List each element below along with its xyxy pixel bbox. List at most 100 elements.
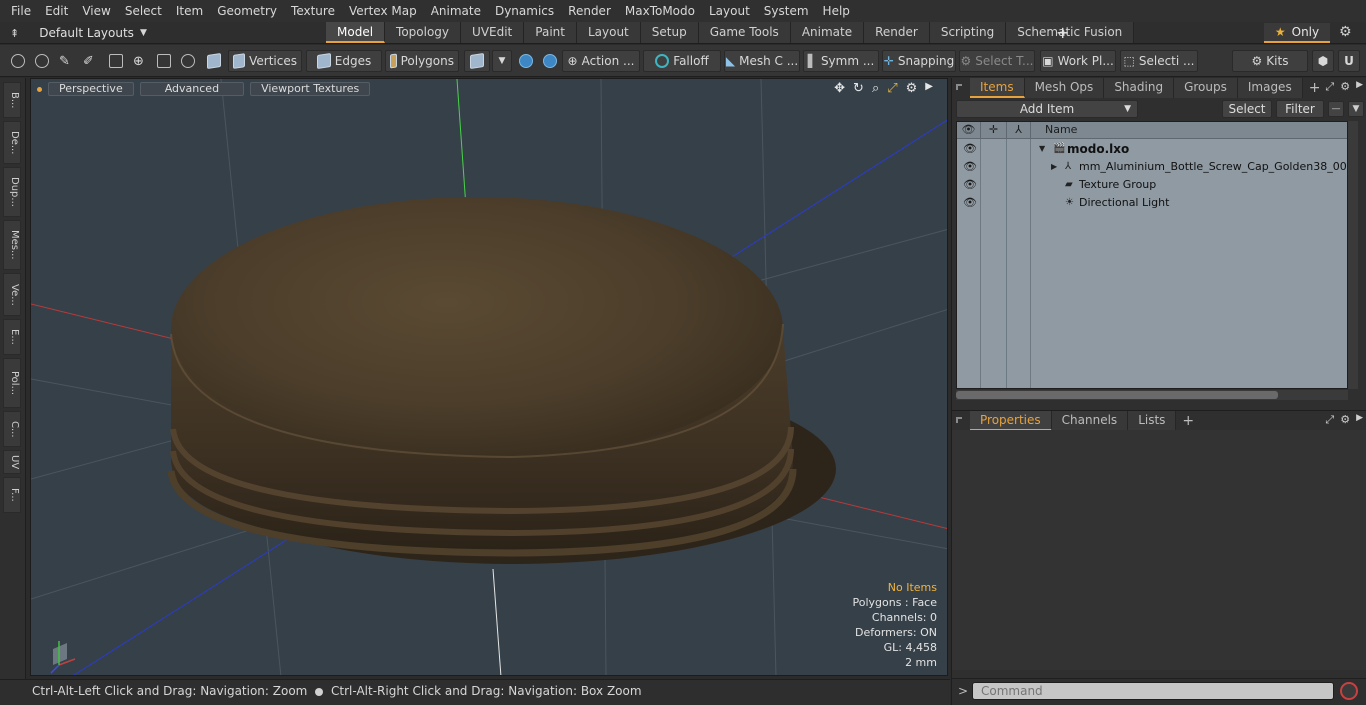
menu-animate[interactable]: Animate [424,0,488,22]
menu-help[interactable]: Help [816,0,857,22]
eye-icon[interactable]: 👁 [963,143,977,155]
tab-channels[interactable]: Channels [1051,410,1129,431]
menu-system[interactable]: System [757,0,816,22]
tree-row[interactable]: 👁 ▰ Texture Group [957,176,1347,194]
tree-row[interactable]: 👁 ▼ 🎬 modo.lxo [957,140,1347,158]
unity-button[interactable]: ⬢ [1312,50,1334,72]
selection-sets-button[interactable]: ⬚ Selecti ... [1120,50,1198,72]
viewport-textures-button[interactable]: Viewport Textures [250,82,371,96]
tree-vertical-scrollbar[interactable] [1348,121,1358,389]
pen-icon[interactable]: ✎ [54,50,75,72]
name-column-header[interactable]: Name [1045,122,1077,138]
chevron-right-icon[interactable]: ▶ [925,81,933,96]
tab-model[interactable]: Model [326,22,386,43]
menu-vertex-map[interactable]: Vertex Map [342,0,424,22]
add-panel-tab-icon[interactable]: + [1309,80,1321,96]
menu-texture[interactable]: Texture [284,0,342,22]
tab-animate[interactable]: Animate [790,22,865,43]
tab-topology[interactable]: Topology [385,22,462,43]
eye-icon[interactable]: 👁 [963,161,977,173]
move-icon[interactable]: ✥ [834,81,845,96]
tree-row[interactable]: 👁 ☀ Directional Light [957,194,1347,212]
eye-icon[interactable]: 👁 [963,197,977,209]
menu-render[interactable]: Render [561,0,618,22]
kits-button[interactable]: ⚙ Kits [1232,50,1308,72]
polygons-button[interactable]: Polygons [385,50,459,72]
visibility-column-icon[interactable]: 👁 [957,122,981,139]
select-button[interactable]: Select [1222,100,1272,118]
symmetry-icon[interactable] [514,50,538,72]
symmetry-button[interactable]: ▌ Symm ... [803,50,879,72]
left-strip-tab-5[interactable]: E... [3,319,21,355]
command-input[interactable] [972,682,1334,700]
tree-row[interactable]: 👁 ▶ ⅄ mm_Aluminium_Bottle_Screw_Cap_Golden3… [957,158,1347,176]
select-through-button[interactable]: ⚙ Select T... [959,50,1035,72]
left-strip-tab-2[interactable]: Dup... [3,167,21,217]
menu-item[interactable]: Item [169,0,210,22]
lock-column-icon[interactable]: ✛ [981,122,1007,139]
record-icon[interactable] [1340,682,1358,700]
only-toggle[interactable]: ★ Only [1264,23,1330,43]
panel-gear-icon[interactable]: ⚙ [1340,80,1350,94]
center-icon[interactable]: ⊕ [128,50,149,72]
item-mode-icon[interactable] [202,50,226,72]
add-props-tab-icon[interactable]: + [1182,413,1194,429]
expand-down-icon[interactable]: ▼ [1039,140,1045,158]
snap-icon[interactable] [538,50,562,72]
props-expand-icon[interactable]: ⤢ [1325,413,1334,427]
left-strip-tab-1[interactable]: De... [3,121,21,164]
material-mode-button[interactable] [464,50,490,72]
work-plane-button[interactable]: ▣ Work Pl... [1040,50,1116,72]
menu-view[interactable]: View [75,0,117,22]
funnel-icon[interactable]: ▼ [1348,101,1364,117]
tab-images[interactable]: Images [1237,78,1303,98]
tab-groups[interactable]: Groups [1174,78,1238,98]
circle-icon[interactable] [176,50,200,72]
left-strip-tab-9[interactable]: F... [3,477,21,513]
left-strip-tab-7[interactable]: C... [3,411,21,447]
tab-items[interactable]: Items [970,78,1025,98]
tab-layout[interactable]: Layout [576,22,641,43]
snapping-button[interactable]: ✛ Snapping [882,50,956,72]
props-gear-icon[interactable]: ⚙ [1340,413,1350,427]
default-layouts-dropdown[interactable]: ⇞ Default Layouts ▼ [10,25,147,41]
action-center-button[interactable]: ⊕ Action ... [562,50,640,72]
add-item-button[interactable]: Add Item ▼ [956,100,1138,118]
align-icon[interactable] [104,50,128,72]
gear-icon[interactable]: ⚙ [1339,24,1352,40]
menu-layout[interactable]: Layout [702,0,757,22]
left-strip-tab-0[interactable]: B... [3,82,21,118]
menu-dynamics[interactable]: Dynamics [488,0,561,22]
frame-icon[interactable] [152,50,176,72]
tab-properties[interactable]: Properties [970,410,1052,431]
eye-icon[interactable]: 👁 [963,179,977,191]
zoom-icon[interactable]: ⌕ [872,81,879,96]
left-strip-tab-3[interactable]: Mes... [3,220,21,270]
props-arrow-icon[interactable]: ▶ [1356,413,1363,427]
edges-button[interactable]: Edges [306,50,382,72]
left-strip-tab-8[interactable]: UV [3,450,21,474]
tab-shading[interactable]: Shading [1104,78,1175,98]
tab-game-tools[interactable]: Game Tools [698,22,791,43]
vertices-button[interactable]: Vertices [228,50,302,72]
rotate-icon[interactable]: ↻ [853,81,864,96]
falloff-button[interactable]: Falloff [643,50,721,72]
tab-scripting[interactable]: Scripting [929,22,1007,43]
add-tab-icon[interactable]: + [1056,23,1069,43]
expand-right-icon[interactable]: ▶ [1051,158,1057,176]
globe-icon[interactable] [30,50,54,72]
tab-paint[interactable]: Paint [524,22,577,43]
brush-icon[interactable]: ✐ [78,50,99,72]
tree-horizontal-scrollbar[interactable] [956,390,1348,400]
tab-mesh-ops[interactable]: Mesh Ops [1024,78,1105,98]
left-strip-tab-4[interactable]: Ve... [3,273,21,316]
3d-viewport[interactable]: Perspective Advanced Viewport Textures ✥… [30,78,948,676]
collapse-icon[interactable]: — [1328,101,1344,117]
unreal-button[interactable]: U [1338,50,1360,72]
perspective-button[interactable]: Perspective [48,82,134,96]
viewport-gear-icon[interactable]: ⚙ [906,81,918,96]
tab-setup[interactable]: Setup [640,22,699,43]
menu-maxtomodo[interactable]: MaxToModo [618,0,702,22]
menu-select[interactable]: Select [118,0,169,22]
fit-icon[interactable]: ⤢ [887,81,897,96]
